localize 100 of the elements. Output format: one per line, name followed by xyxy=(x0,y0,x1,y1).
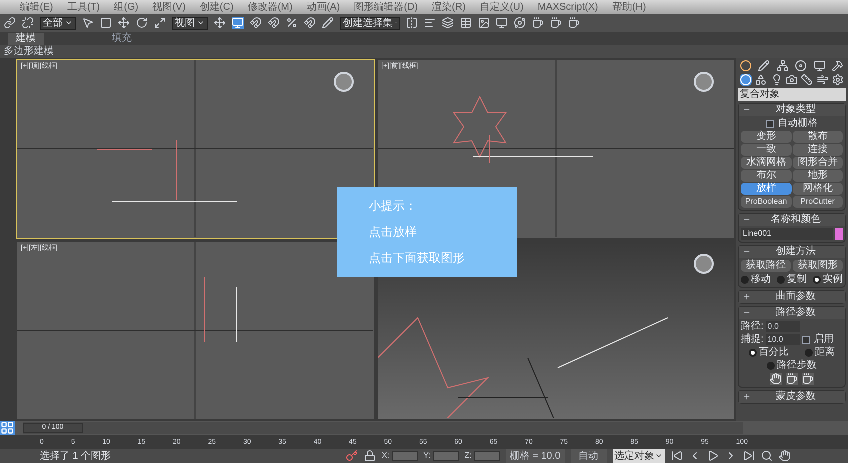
viewport-layout-icon[interactable] xyxy=(0,421,15,435)
pencil-icon[interactable] xyxy=(322,17,334,29)
shapes-icon[interactable] xyxy=(755,74,768,86)
coordinate-field[interactable] xyxy=(432,451,459,461)
hierarchy-icon[interactable] xyxy=(776,60,789,72)
rollout-header[interactable]: 对象类型 xyxy=(739,104,845,116)
coordinate-field[interactable] xyxy=(474,451,500,461)
lock-icon[interactable] xyxy=(364,450,376,462)
menu-item[interactable]: 创建(C) xyxy=(200,0,234,14)
panel-button[interactable]: 地形 xyxy=(792,170,843,182)
monitor-icon[interactable] xyxy=(496,17,508,29)
magnet-icon[interactable] xyxy=(304,17,316,29)
menu-item[interactable]: 组(G) xyxy=(114,0,139,14)
panel-button[interactable]: 散布 xyxy=(792,131,843,143)
menu-item[interactable]: 动画(A) xyxy=(306,0,340,14)
rollout-header[interactable]: 曲面参数 xyxy=(739,291,845,303)
wind-icon[interactable] xyxy=(816,74,829,86)
panel-button[interactable]: 获取路径 xyxy=(741,260,791,272)
monitor-icon[interactable] xyxy=(814,60,826,72)
name-field[interactable]: Line001 xyxy=(741,228,833,240)
ribbon-panel-title[interactable]: 多边形建模 xyxy=(4,44,54,59)
move-icon[interactable] xyxy=(214,17,226,29)
panel-button[interactable]: 水滴网格 xyxy=(741,157,792,169)
key-icon[interactable] xyxy=(346,450,358,462)
zoom-icon[interactable] xyxy=(760,450,773,462)
radio-button[interactable]: 距离 xyxy=(805,347,835,358)
coordinate-field[interactable] xyxy=(392,451,418,461)
panel-button[interactable]: 网格化 xyxy=(792,183,843,195)
selection-set-dropdown[interactable]: 创建选择集 xyxy=(340,16,400,30)
radio-button[interactable]: 实例 xyxy=(813,274,843,285)
magnet-icon[interactable] xyxy=(250,17,262,29)
radio-button[interactable]: 复制 xyxy=(777,274,807,285)
image-icon[interactable] xyxy=(478,17,490,29)
settings-icon[interactable] xyxy=(832,74,844,86)
panel-button[interactable]: 连接 xyxy=(792,144,843,156)
panel-button[interactable]: 变形 xyxy=(741,131,792,143)
menu-item[interactable]: 图形编辑器(D) xyxy=(354,0,418,14)
pointer-icon[interactable] xyxy=(82,17,94,29)
layers-icon[interactable] xyxy=(442,17,454,29)
hand-icon[interactable] xyxy=(770,373,782,385)
lightbulb-icon[interactable] xyxy=(770,74,783,86)
magnet-icon[interactable] xyxy=(268,17,280,29)
orbit-icon[interactable] xyxy=(514,17,526,29)
auto-key-button[interactable]: 自动 xyxy=(570,448,607,463)
menu-item[interactable]: 渲染(R) xyxy=(432,0,466,14)
menu-item[interactable]: 帮助(H) xyxy=(612,0,646,14)
panel-button[interactable]: 放样 xyxy=(741,183,792,195)
menu-item[interactable]: 编辑(E) xyxy=(20,0,54,14)
table-icon[interactable] xyxy=(460,17,472,29)
spinner-field[interactable]: 0.0 xyxy=(766,321,800,332)
color-swatch[interactable] xyxy=(835,228,843,240)
align-icon[interactable] xyxy=(424,17,436,29)
radio-button[interactable]: 移动 xyxy=(741,274,771,285)
mirror-icon[interactable] xyxy=(406,17,418,29)
sphere-icon[interactable] xyxy=(740,74,752,86)
square-icon[interactable] xyxy=(100,17,112,29)
checkbox[interactable]: 启用 xyxy=(802,334,834,345)
rollout-header[interactable]: 蒙皮参数 xyxy=(739,391,845,403)
panel-button[interactable]: 获取图形 xyxy=(793,260,843,272)
circle-icon[interactable] xyxy=(740,60,752,72)
scale-icon[interactable] xyxy=(154,17,166,29)
skip-forward-icon[interactable] xyxy=(742,450,755,462)
percent-icon[interactable] xyxy=(286,17,298,29)
panel-button[interactable]: ProCutter xyxy=(792,196,843,208)
radio-button[interactable]: 百分比 xyxy=(749,347,789,358)
ribbon-tab[interactable]: 填充 xyxy=(104,33,140,45)
rollout-header[interactable]: 创建方法 xyxy=(739,246,845,258)
plus-icon xyxy=(743,293,751,301)
menu-item[interactable]: 视图(V) xyxy=(152,0,186,14)
panel-button[interactable]: 图形合并 xyxy=(792,157,843,169)
key-filter-dropdown[interactable]: 选定对象 xyxy=(612,448,665,463)
category-dropdown[interactable]: 复合对象 xyxy=(738,88,846,101)
panel-button[interactable]: 一致 xyxy=(741,144,792,156)
spinner-field[interactable]: 10.0 xyxy=(766,334,800,345)
menu-item[interactable]: MAXScript(X) xyxy=(538,0,598,14)
link-icon[interactable] xyxy=(4,17,16,29)
menu-item[interactable]: 自定义(U) xyxy=(480,0,524,14)
coordinate-dropdown[interactable]: 视图 xyxy=(172,16,208,30)
selection-filter-dropdown[interactable]: 全部 xyxy=(40,16,76,30)
skip-back-icon[interactable] xyxy=(670,450,683,462)
panel-button[interactable]: 布尔 xyxy=(741,170,792,182)
pencil-icon[interactable] xyxy=(758,60,770,72)
radio-button[interactable]: 路径步数 xyxy=(767,360,817,371)
rotate-icon[interactable] xyxy=(136,17,148,29)
panel-button[interactable]: ProBoolean xyxy=(741,196,792,208)
ruler-icon[interactable] xyxy=(801,74,814,86)
rollout-header[interactable]: 路径参数 xyxy=(739,307,845,319)
hand-icon[interactable] xyxy=(778,450,791,462)
rollout-header[interactable]: 名称和颜色 xyxy=(739,214,845,226)
move-icon[interactable] xyxy=(118,17,130,29)
menu-item[interactable]: 修改器(M) xyxy=(248,0,293,14)
camera-icon[interactable] xyxy=(786,74,798,86)
monitor-icon[interactable] xyxy=(232,17,244,29)
play-icon[interactable] xyxy=(706,450,719,462)
checkbox[interactable]: 自动栅格 xyxy=(766,118,818,129)
menu-item[interactable]: 工具(T) xyxy=(67,0,100,14)
unlink-icon[interactable] xyxy=(22,17,34,29)
hammer-icon[interactable] xyxy=(832,60,844,72)
disc-icon[interactable] xyxy=(795,60,808,72)
ribbon-tab[interactable]: 建模 xyxy=(8,33,44,45)
